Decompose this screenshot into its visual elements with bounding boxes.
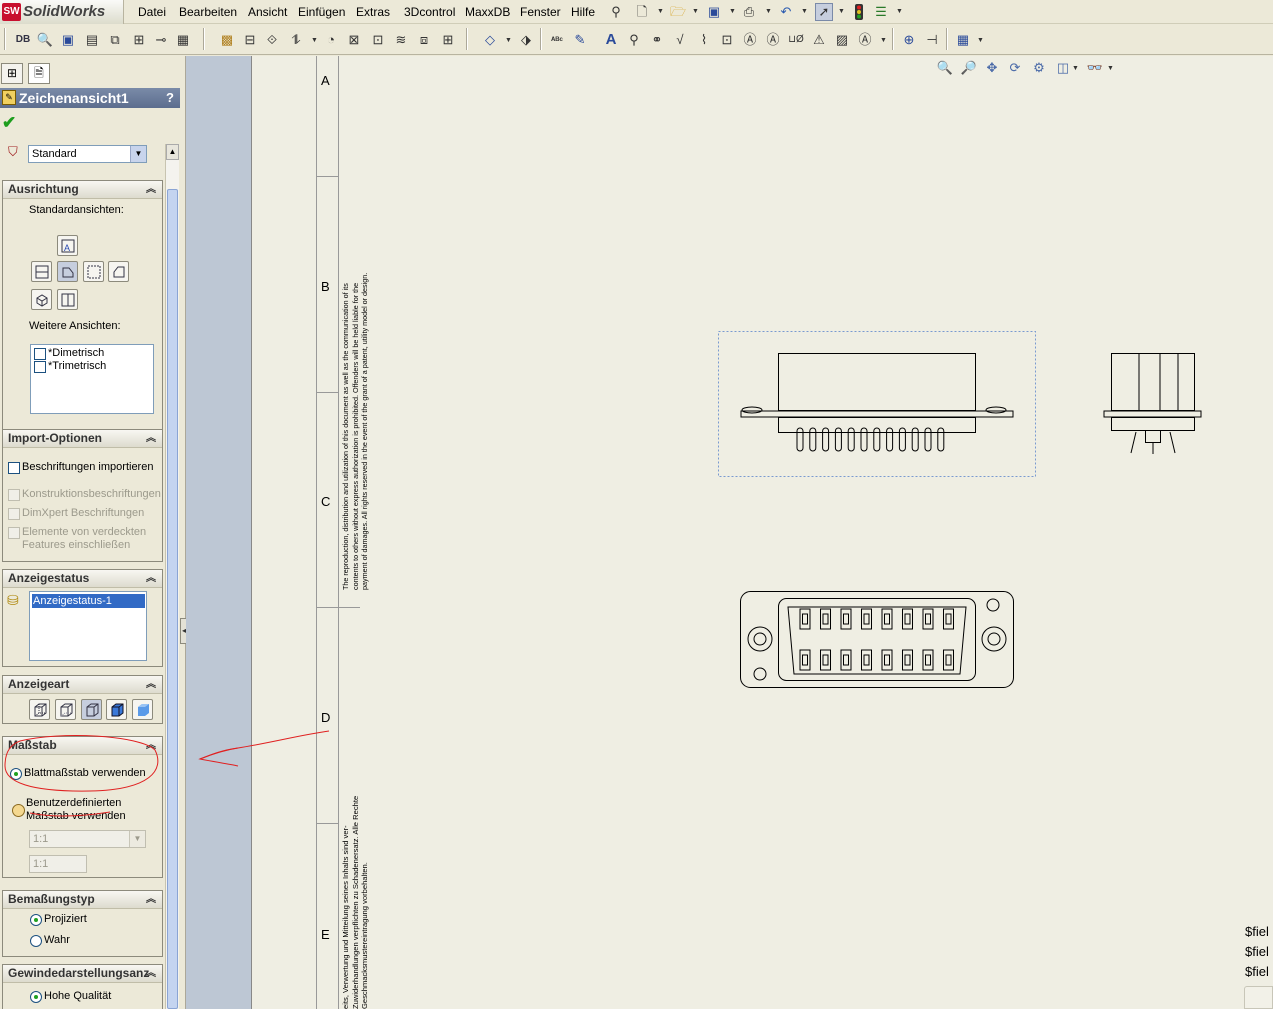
pin-side	[847, 427, 855, 452]
pin-front	[922, 649, 934, 671]
pin-front	[902, 649, 913, 671]
zone-label-e: E	[321, 927, 330, 942]
pin-front-inner	[884, 654, 890, 666]
pin-front	[922, 608, 934, 630]
pin-front-inner	[843, 613, 849, 625]
pin-front-inner	[904, 654, 911, 666]
pin-front-inner	[884, 613, 890, 625]
pin-front	[820, 608, 831, 630]
pin-side	[796, 427, 804, 452]
pin-front-inner	[904, 613, 911, 625]
pin-side	[886, 427, 894, 452]
pin-side	[873, 427, 881, 452]
pin-side	[898, 427, 906, 452]
pin-front-inner	[945, 654, 952, 666]
pin-side	[822, 427, 830, 452]
pin-front-inner	[822, 613, 829, 625]
pin-front	[840, 608, 852, 630]
pin-side	[834, 427, 842, 452]
pin-front	[943, 608, 954, 630]
title-block-fields: $fiel $fiel $fiel	[1245, 922, 1269, 982]
notice-en-line2: contents to others without express autho…	[350, 282, 360, 590]
hide-show-dropdown-icon[interactable]: ▼	[1107, 65, 1114, 72]
rotate-icon[interactable]: ⟳	[1006, 59, 1024, 77]
pin-front-inner	[863, 613, 870, 625]
zone-label-b: B	[321, 279, 330, 294]
pin-side	[911, 427, 919, 452]
drawing-graphics	[4, 56, 1202, 1009]
copyright-notice-german: eits, Verwertung und Mitteilung seines I…	[341, 796, 370, 1009]
notice-de-line1: eits, Verwertung und Mitteilung seines I…	[341, 825, 350, 1009]
zoom-fit-icon[interactable]: 🔍	[936, 59, 954, 77]
copyright-notice-english: The reproduction, distribution and utili…	[341, 273, 370, 590]
pin-front	[902, 608, 913, 630]
pin-side	[924, 427, 932, 452]
pin-front-inner	[802, 654, 808, 666]
pin-front-inner	[802, 613, 808, 625]
pin-front-inner	[822, 654, 829, 666]
pin-front-inner	[925, 613, 931, 625]
zone-label-a: A	[321, 73, 330, 88]
pin-front	[881, 608, 893, 630]
notice-en-line1: The reproduction, distribution and utili…	[341, 283, 350, 590]
pin-front	[799, 649, 811, 671]
pin-front-inner	[843, 654, 849, 666]
zoom-area-icon[interactable]: 🔎	[960, 59, 978, 77]
notice-de-line2: Zuwiderhandlungen verpflichten zu Schade…	[350, 795, 360, 1009]
notice-en-line3: payment of damages. All rights reserved …	[360, 272, 369, 590]
zone-label-d: D	[321, 710, 331, 725]
pin-front	[861, 608, 872, 630]
hide-show-icon[interactable]: 👓	[1086, 59, 1104, 77]
pin-side	[937, 427, 945, 452]
notice-de-line3: Geschmacksmustereintragung vorbehalten.	[360, 862, 369, 1009]
pin-front	[881, 649, 893, 671]
pin-side	[860, 427, 868, 452]
display-style-dropdown-icon[interactable]: ▼	[1072, 65, 1079, 72]
pin-front-inner	[925, 654, 931, 666]
pin-front	[861, 649, 872, 671]
title-field: $fiel	[1245, 924, 1269, 939]
title-field: $fiel	[1245, 944, 1269, 959]
pin-front	[799, 608, 811, 630]
zoom-pan-icon[interactable]: ✥	[983, 59, 1001, 77]
view-settings-icon[interactable]: ⚙	[1030, 59, 1048, 77]
solidworks-window: SW SolidWorks Datei Bearbeiten Ansicht E…	[0, 0, 1273, 1009]
display-style-icon[interactable]: ◫	[1054, 59, 1072, 77]
title-block-corner	[1244, 986, 1273, 1009]
pin-side	[809, 427, 817, 452]
pin-front-inner	[863, 654, 870, 666]
pin-front	[943, 649, 954, 671]
pin-front	[820, 649, 831, 671]
title-field: $fiel	[1245, 964, 1269, 979]
zone-label-c: C	[321, 494, 331, 509]
pin-front	[840, 649, 852, 671]
pin-front-inner	[945, 613, 952, 625]
